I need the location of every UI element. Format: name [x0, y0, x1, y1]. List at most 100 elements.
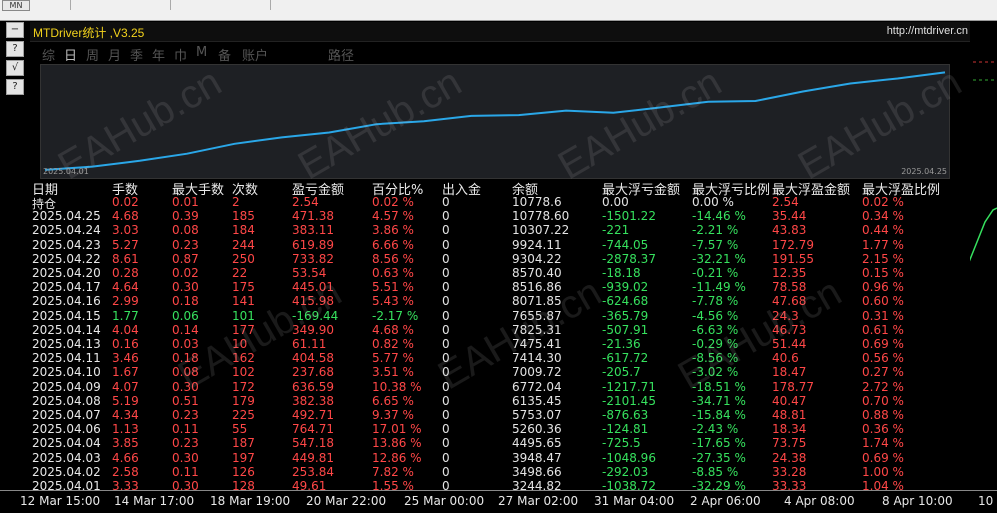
table-cell: 24.38 [772, 450, 807, 465]
table-row[interactable]: 2025.04.20 0.28 0.02 22 53.54 0.63 % 0 8570.40 -… [30, 266, 970, 280]
time-axis-label: 20 Mar 22:00 [306, 494, 387, 508]
table-cell: 2.15 % [862, 251, 904, 266]
table-cell: -18.51 % [692, 379, 746, 394]
table-row[interactable]: 2025.04.06 1.13 0.11 55 764.71 17.01 % 0 5260.3… [30, 422, 970, 436]
table-cell: 10307.22 [512, 223, 570, 238]
table-cell: 471.38 [292, 209, 334, 224]
table-cell: 5260.36 [512, 422, 562, 437]
table-row[interactable]: 2025.04.10 1.67 0.08 102 237.68 3.51 % 0 7009.7… [30, 365, 970, 379]
table-cell: 2025.04.10 [32, 365, 101, 380]
table-cell: -2.43 % [692, 422, 739, 437]
table-cell: 415.98 [292, 294, 334, 309]
table-row[interactable]: 2025.04.11 3.46 0.18 162 404.58 5.77 % 0 7414.3… [30, 351, 970, 365]
timeframe-mn-button[interactable]: MN [2, 0, 30, 11]
table-cell: 33.28 [772, 464, 807, 479]
table-cell: -221 [602, 223, 630, 238]
tab-daily[interactable]: 日 [64, 45, 77, 64]
table-row[interactable]: 持仓 0.02 0.01 2 2.54 0.02 % 0 10778.6 0.00 0.00 % 2… [30, 195, 970, 211]
chart-toolbar: MN [0, 0, 997, 21]
table-row[interactable]: 2025.04.24 3.03 0.08 184 383.11 3.86 % 0 10307.… [30, 223, 970, 237]
tab-symbol[interactable]: 巾 [174, 45, 187, 64]
table-cell: 2025.04.25 [32, 209, 101, 224]
time-axis-label: 4 Apr 08:00 [784, 494, 855, 508]
tab-magic[interactable]: M [196, 45, 207, 60]
table-cell: 0 [442, 351, 450, 366]
table-cell: 237.68 [292, 365, 334, 380]
table-cell: 8516.86 [512, 280, 562, 295]
table-cell: 7009.72 [512, 365, 562, 380]
table-cell: 0.11 [172, 422, 199, 437]
table-cell: 2025.04.11 [32, 351, 101, 366]
table-row[interactable]: 2025.04.02 2.58 0.11 126 253.84 7.82 % 0 3498.6… [30, 465, 970, 479]
mtdriver-stats-panel: MTDriver统计 ,V3.25 http://mtdriver.cn 综 日… [30, 22, 970, 493]
table-cell: 0.02 % [862, 195, 904, 209]
table-cell: 18.34 [772, 422, 807, 437]
table-cell: 6135.45 [512, 393, 562, 408]
table-row[interactable]: 2025.04.08 5.19 0.51 179 382.38 6.65 % 0 6135.4… [30, 394, 970, 408]
table-cell: 17.01 % [372, 422, 422, 437]
table-cell: 2025.04.23 [32, 237, 101, 252]
table-cell: 1.67 [112, 365, 139, 380]
table-cell: 0.30 [172, 450, 199, 465]
table-cell: 0 [442, 209, 450, 224]
table-cell: 51.44 [772, 337, 807, 351]
table-cell: 383.11 [292, 223, 334, 238]
table-cell: 382.38 [292, 393, 334, 408]
table-row[interactable]: 2025.04.07 4.34 0.23 225 492.71 9.37 % 0 5753.0… [30, 408, 970, 422]
table-cell: 4.66 [112, 450, 139, 465]
tab-weekly[interactable]: 周 [86, 45, 99, 64]
table-cell: 126 [232, 464, 255, 479]
table-cell: 3498.66 [512, 464, 562, 479]
table-row[interactable]: 2025.04.03 4.66 0.30 197 449.81 12.86 % 0 3948.… [30, 451, 970, 465]
tab-quarterly[interactable]: 季 [130, 45, 143, 64]
tab-yearly[interactable]: 年 [152, 45, 165, 64]
table-row[interactable]: 2025.04.23 5.27 0.23 244 619.89 6.66 % 0 9924.1… [30, 238, 970, 252]
time-axis-label: 14 Mar 17:00 [114, 494, 195, 508]
table-cell: -17.65 % [692, 436, 746, 451]
table-cell: -2.17 % [372, 308, 419, 323]
tab-account[interactable]: 账户 [242, 45, 268, 64]
tab-notes[interactable]: 备 [218, 45, 231, 64]
table-cell: 0.03 [172, 337, 199, 351]
table-cell: 12.35 [772, 266, 807, 280]
table-row[interactable]: 2025.04.15 1.77 0.06 101 -169.44 -2.17 % 0 7655… [30, 309, 970, 323]
table-cell: 0.08 [172, 223, 199, 238]
table-row[interactable]: 2025.04.09 4.07 0.30 172 636.59 10.38 % 0 6772.… [30, 380, 970, 394]
chart-end-date: 2025.04.25 [901, 167, 947, 176]
table-cell: -205.7 [602, 365, 641, 380]
website-link[interactable]: http://mtdriver.cn [887, 25, 968, 37]
table-cell: -365.79 [602, 308, 649, 323]
table-cell: 4.04 [112, 322, 139, 337]
table-row[interactable]: 2025.04.14 4.04 0.14 177 349.90 4.68 % 0 7825.3… [30, 323, 970, 337]
table-row[interactable]: 2025.04.16 2.99 0.18 141 415.98 5.43 % 0 8071.8… [30, 294, 970, 308]
table-cell: 3.03 [112, 223, 139, 238]
table-cell: 0.69 % [862, 337, 904, 351]
table-cell: 3.51 % [372, 365, 414, 380]
time-axis-label: 25 Mar 00:00 [404, 494, 485, 508]
table-cell: 0 [442, 294, 450, 309]
table-cell: 492.71 [292, 408, 334, 422]
table-row[interactable]: 2025.04.04 3.85 0.23 187 547.18 13.86 % 0 4495.… [30, 436, 970, 450]
minimize-button[interactable]: − [6, 22, 24, 38]
help-button[interactable]: ? [6, 41, 24, 57]
tab-path[interactable]: 路径 [328, 45, 354, 64]
panel-title-bar[interactable]: MTDriver统计 ,V3.25 http://mtdriver.cn [30, 22, 970, 42]
table-cell: 2025.04.24 [32, 223, 101, 238]
tab-summary[interactable]: 综 [42, 45, 55, 64]
table-row[interactable]: 2025.04.17 4.64 0.30 175 445.01 5.51 % 0 8516.8… [30, 280, 970, 294]
check-button[interactable]: √ [6, 60, 24, 76]
table-cell: 2025.04.07 [32, 408, 101, 422]
toolbar-separator [270, 0, 271, 10]
info-button[interactable]: ? [6, 79, 24, 95]
table-cell: 733.82 [292, 251, 334, 266]
table-cell: 175 [232, 280, 255, 295]
tab-monthly[interactable]: 月 [108, 45, 121, 64]
table-cell: 5.77 % [372, 351, 414, 366]
table-row[interactable]: 2025.04.13 0.16 0.03 10 61.11 0.82 % 0 7475.41 -… [30, 337, 970, 351]
table-row[interactable]: 2025.04.22 8.61 0.87 250 733.82 8.56 % 0 9304.2… [30, 252, 970, 266]
time-axis-label: 2 Apr 06:00 [690, 494, 761, 508]
table-cell: 48.81 [772, 408, 807, 422]
table-row[interactable]: 2025.04.25 4.68 0.39 185 471.38 4.57 % 0 10778.… [30, 209, 970, 223]
table-cell: 0.18 [172, 294, 199, 309]
table-cell: 0 [442, 408, 450, 422]
